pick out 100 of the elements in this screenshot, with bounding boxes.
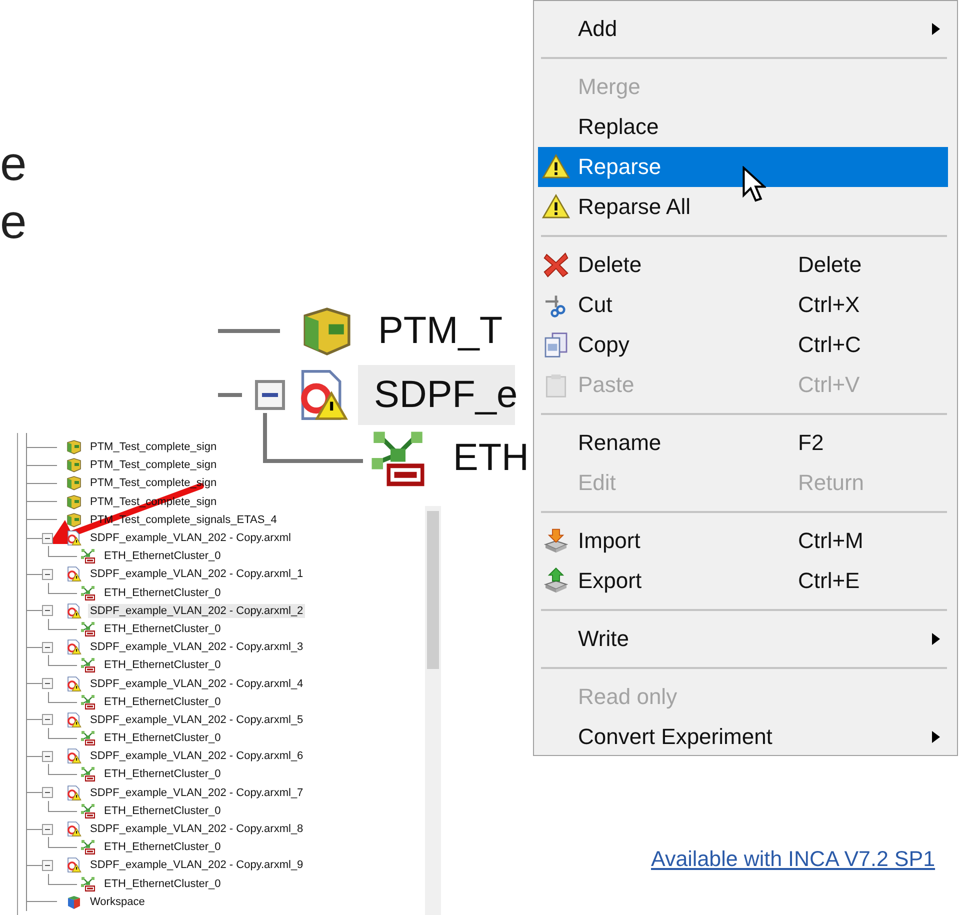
- menu-item[interactable]: Copy Ctrl+C: [538, 325, 948, 365]
- tree-item-label[interactable]: ETH_EthernetCluster_0: [102, 876, 223, 891]
- collapse-toggle[interactable]: [42, 568, 53, 580]
- menu-item-label: Export: [577, 568, 643, 594]
- menu-item-label: Write: [577, 626, 630, 652]
- document-warning-icon: [66, 857, 82, 874]
- collapse-toggle[interactable]: [42, 605, 53, 616]
- menu-item-label: Replace: [577, 114, 660, 140]
- collapse-toggle[interactable]: [42, 787, 53, 798]
- collapse-toggle[interactable]: [42, 860, 53, 871]
- tree-item-label[interactable]: ETH_EthernetCluster_0: [102, 658, 223, 672]
- tree-item-label[interactable]: SDPF_example_VLAN_202 - Copy.arxml_7: [88, 786, 306, 800]
- scrollbar[interactable]: [425, 506, 441, 915]
- tree-item-label[interactable]: ETH_EthernetCluster_0: [102, 694, 223, 709]
- box-icon: [66, 439, 82, 456]
- tree-connector-line: [48, 800, 77, 812]
- menu-item[interactable]: Write: [538, 619, 948, 659]
- menu-item[interactable]: Reparse: [538, 147, 948, 187]
- tree-connector-line: [48, 655, 77, 666]
- menu-item[interactable]: Reparse All: [538, 187, 948, 227]
- tree-item-label[interactable]: ETH_EthernetCluster_0: [102, 804, 223, 818]
- tree-item-label[interactable]: SDPF_example_VLAN_202 - Copy.arxml_9: [88, 858, 306, 872]
- network-icon: [80, 657, 96, 674]
- tree-item-label[interactable]: PTM_Test_complete_sign: [88, 476, 219, 490]
- tree-item-label[interactable]: ETH_EthernetCluster_0: [102, 767, 223, 782]
- slide-text: e: [0, 195, 27, 251]
- tree-connector-line: [48, 837, 77, 848]
- box-icon: [66, 457, 82, 474]
- menu-item[interactable]: Import Ctrl+M: [538, 521, 948, 561]
- document-warning-icon: [66, 602, 82, 619]
- shortcut-label: Ctrl+X: [798, 292, 861, 318]
- documents-icon: [542, 331, 570, 359]
- document-warning-icon: [66, 530, 82, 546]
- tree-item-label[interactable]: SDPF_example_VLAN_202 - Copy.arxml_2: [88, 604, 306, 618]
- menu-item-label: Convert Experiment: [577, 724, 774, 750]
- document-warning-icon: [66, 639, 82, 656]
- tree-item-label[interactable]: Workspace: [88, 894, 147, 909]
- network-icon: [80, 548, 96, 564]
- tree-connector-line: [48, 874, 77, 885]
- menu-item-label: Cut: [577, 292, 614, 318]
- scrollbar-thumb[interactable]: [427, 511, 439, 669]
- box-icon: [66, 512, 82, 528]
- network-icon: [80, 802, 96, 819]
- tree-connector-line: [48, 764, 77, 776]
- shortcut-label: F2: [798, 430, 825, 456]
- collapse-toggle[interactable]: [255, 380, 285, 410]
- collapse-toggle[interactable]: [42, 678, 53, 690]
- shortcut-label: Delete: [798, 252, 863, 278]
- tree-item-label[interactable]: ETH_EthernetCluster_0: [102, 622, 223, 636]
- tree-item-label[interactable]: PTM_Test_complete_sign: [88, 440, 219, 454]
- network-icon: [80, 620, 96, 637]
- tree-item-label[interactable]: SDPF_example_VLAN_202 - Copy.arxml_1: [88, 567, 306, 582]
- collapse-toggle[interactable]: [42, 714, 53, 726]
- cross-icon: [542, 251, 570, 279]
- collapse-toggle[interactable]: [42, 642, 53, 653]
- collapse-toggle[interactable]: [42, 824, 53, 835]
- mouse-pointer-icon: [742, 166, 766, 204]
- shortcut-label: Ctrl+M: [798, 528, 864, 554]
- tree-connector-line: [48, 728, 77, 740]
- tree-item-label[interactable]: SDPF_example_VLAN_202 - Copy.arxml_3: [88, 640, 306, 654]
- tree-connector-line: [48, 618, 77, 630]
- collapse-toggle[interactable]: [42, 750, 53, 762]
- menu-item[interactable]: Delete Delete: [538, 245, 948, 285]
- menu-item[interactable]: Convert Experiment: [538, 717, 948, 757]
- menu-item[interactable]: Rename F2: [538, 423, 948, 463]
- footer-link[interactable]: Available with INCA V7.2 SP1: [651, 847, 936, 872]
- tree-item-label[interactable]: PTM_Test_complete_sign: [88, 458, 219, 472]
- tree-item-label[interactable]: SDPF_example_VLAN_202 - Copy.arxml_8: [88, 822, 306, 836]
- tray-up-arrow-icon: [542, 567, 570, 595]
- tree-item-label[interactable]: SDPF_example_VLAN_202 - Copy.arxml_6: [88, 749, 306, 764]
- menu-item[interactable]: Export Ctrl+E: [538, 561, 948, 601]
- shortcut-label: Ctrl+V: [798, 372, 861, 398]
- document-warning-icon: [66, 821, 82, 838]
- menu-item[interactable]: Add: [538, 9, 948, 49]
- document-warning-icon: [66, 566, 82, 582]
- menu-item[interactable]: Replace: [538, 107, 948, 147]
- document-warning-icon: [66, 712, 82, 728]
- tree-item-label[interactable]: SDPF_example_VLAN_202 - Copy.arxml: [88, 531, 293, 546]
- tree-item-label[interactable]: PTM_T: [362, 301, 512, 361]
- tree-item-label[interactable]: ETH_EthernetCluster_0: [102, 840, 223, 854]
- tree-item-label[interactable]: ETH_EthernetCluster_0: [102, 549, 223, 564]
- network-icon: [80, 766, 96, 782]
- menu-item-label: Reparse All: [577, 194, 692, 220]
- tree-item-label[interactable]: ETH_EthernetCluster_0: [102, 731, 223, 746]
- warning-icon: [542, 193, 570, 221]
- menu-item-label: Paste: [577, 372, 636, 398]
- menu-item-label: Delete: [577, 252, 643, 278]
- menu-item-label: Import: [577, 528, 642, 554]
- menu-item[interactable]: Cut Ctrl+X: [538, 285, 948, 325]
- menu-item-label: Read only: [577, 684, 678, 710]
- tree-item-label[interactable]: ETH_EthernetCluster_0: [102, 586, 223, 600]
- shortcut-label: Ctrl+C: [798, 332, 862, 358]
- collapse-toggle[interactable]: [42, 532, 53, 544]
- shortcut-label: Ctrl+E: [798, 568, 861, 594]
- tree-item-label[interactable]: SDPF_example_VLAN_202 - Copy.arxml_5: [88, 712, 306, 727]
- menu-item-label: Rename: [577, 430, 662, 456]
- tree-item-label[interactable]: SDPF_example_VLAN_202 - Copy.arxml_4: [88, 676, 306, 691]
- tree-item-label[interactable]: SDPF_e: [358, 365, 515, 425]
- document-warning-icon: [66, 676, 82, 692]
- network-icon: [80, 730, 96, 746]
